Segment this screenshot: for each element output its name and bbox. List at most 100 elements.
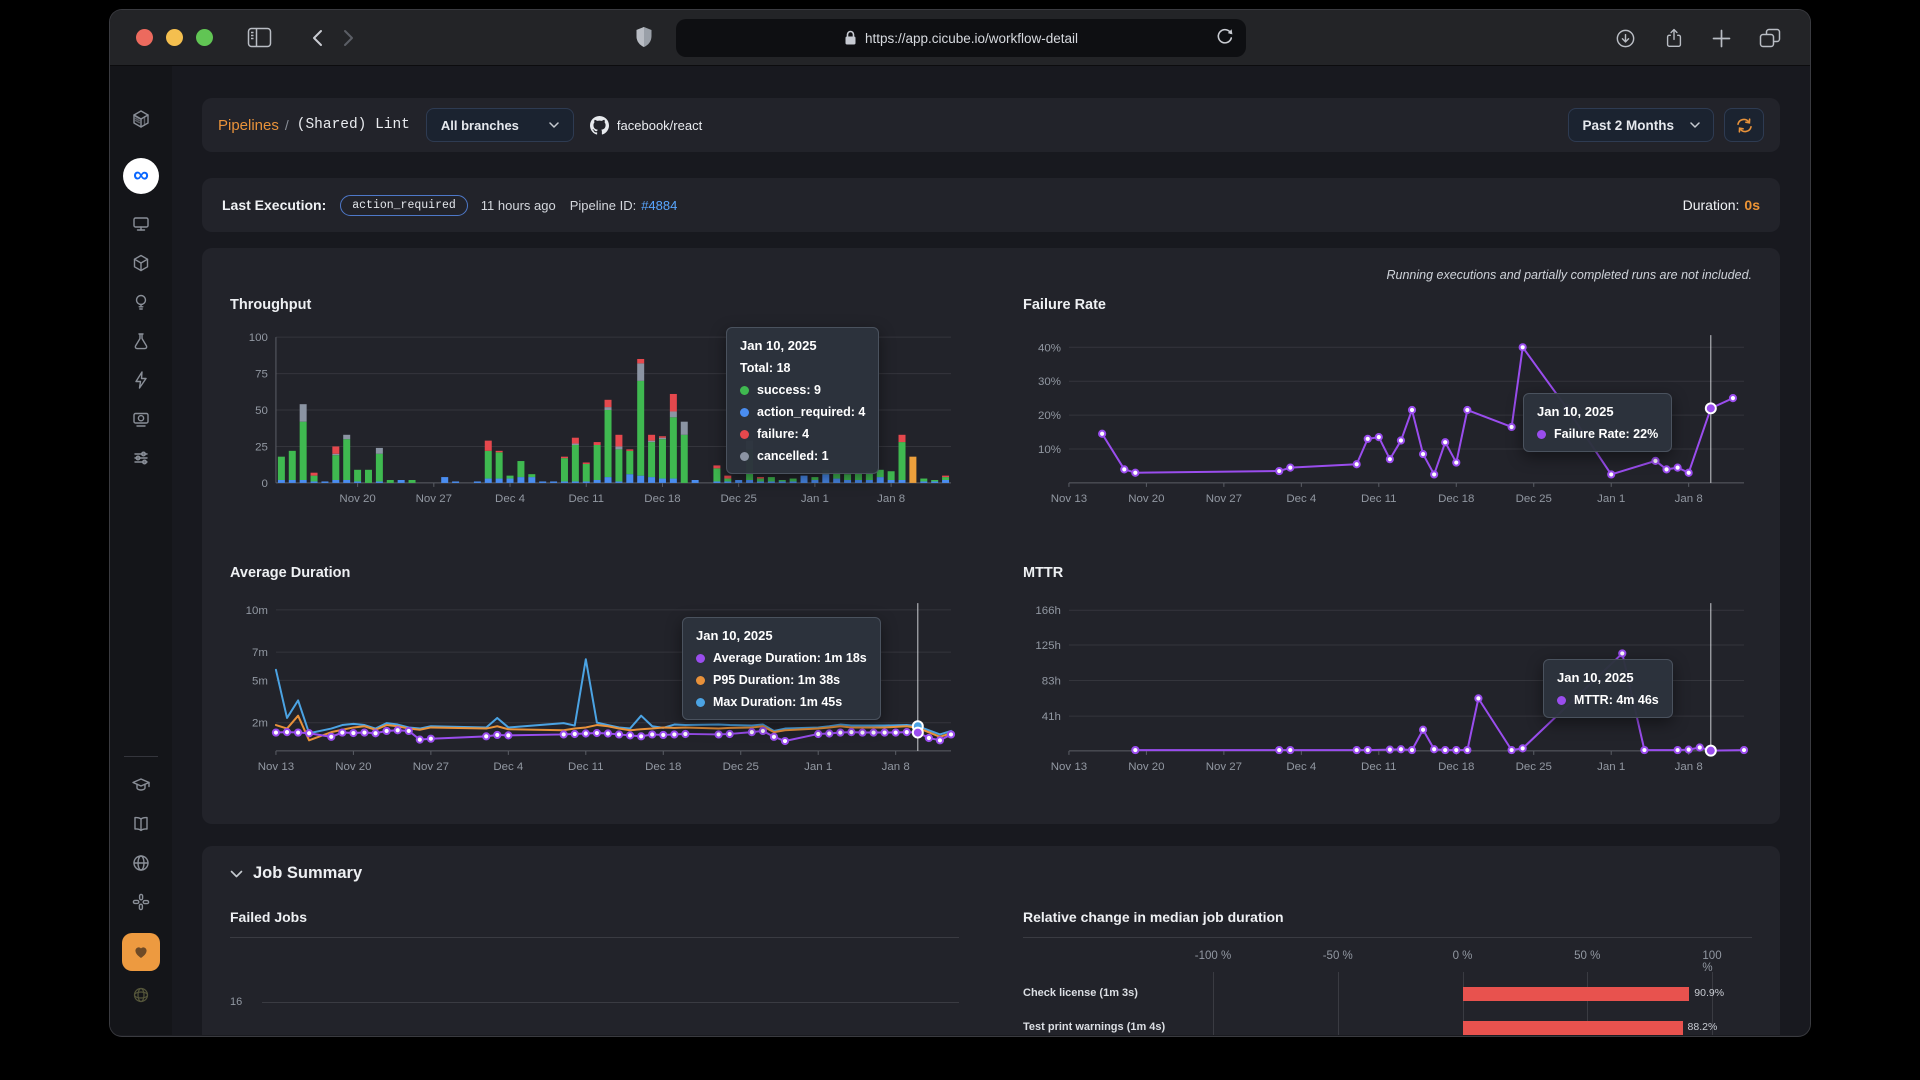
svg-text:40%: 40% [1038, 342, 1061, 354]
heart-icon[interactable] [122, 933, 160, 971]
duration-readout: Duration:0s [1683, 197, 1760, 213]
svg-text:10m: 10m [246, 605, 268, 617]
svg-text:125h: 125h [1035, 640, 1061, 652]
svg-text:Dec 4: Dec 4 [1286, 761, 1317, 773]
svg-text:Nov 27: Nov 27 [1206, 761, 1242, 773]
svg-text:Dec 18: Dec 18 [645, 761, 681, 773]
chart-title: Throughput [230, 297, 959, 313]
chart-tooltip: Jan 10, 2025Total: 18success: 9action_re… [726, 327, 879, 474]
svg-text:Dec 25: Dec 25 [1516, 761, 1552, 773]
lightning-icon[interactable] [122, 361, 160, 399]
last-execution-bar: Last Execution: action_required 11 hours… [202, 178, 1780, 232]
meta-logo-icon[interactable]: ∞ [122, 157, 160, 195]
job-summary-title: Job Summary [253, 864, 362, 883]
breadcrumb-current: (Shared) Lint [297, 117, 410, 133]
svg-text:Dec 25: Dec 25 [721, 493, 757, 505]
book-icon[interactable] [122, 805, 160, 843]
exclusion-note: Running executions and partially complet… [230, 268, 1752, 285]
sphere-icon[interactable] [122, 976, 160, 1014]
svg-text:5m: 5m [252, 675, 268, 687]
svg-text:Dec 4: Dec 4 [493, 761, 524, 773]
charts-grid: Throughput 0255075100Nov 20Nov 27Dec 4De… [230, 297, 1752, 783]
github-icon [590, 116, 609, 135]
forward-icon[interactable] [342, 28, 356, 48]
svg-text:83h: 83h [1042, 676, 1061, 688]
sliders-icon[interactable] [122, 439, 160, 477]
new-tab-icon[interactable] [1711, 28, 1732, 49]
svg-text:Nov 20: Nov 20 [339, 493, 375, 505]
throughput-block: Throughput 0255075100Nov 20Nov 27Dec 4De… [230, 297, 959, 515]
svg-text:2m: 2m [252, 718, 268, 730]
svg-text:50: 50 [255, 405, 268, 417]
back-icon[interactable] [310, 28, 324, 48]
failed-jobs-block: Failed Jobs 1612 [230, 909, 959, 1035]
breadcrumb-separator: / [285, 117, 289, 133]
pipeline-id-link[interactable]: #4884 [641, 198, 677, 213]
branches-dropdown[interactable]: All branches [426, 108, 574, 142]
svg-text:Dec 4: Dec 4 [495, 493, 526, 505]
svg-text:Nov 20: Nov 20 [1128, 761, 1164, 773]
repo-link[interactable]: facebook/react [590, 116, 702, 135]
shield-icon[interactable] [634, 26, 654, 50]
browser-titlebar: https://app.cicube.io/workflow-detail [110, 10, 1810, 66]
sidebar-toggle-icon[interactable] [247, 27, 272, 48]
svg-text:Jan 8: Jan 8 [1675, 493, 1703, 505]
close-window-button[interactable] [136, 29, 153, 46]
sidebar-divider [124, 756, 158, 757]
tab-overview-icon[interactable] [1758, 27, 1782, 50]
svg-text:Nov 27: Nov 27 [1206, 493, 1242, 505]
screen-share-icon[interactable] [122, 400, 160, 438]
globe-icon[interactable] [122, 844, 160, 882]
svg-text:Jan 1: Jan 1 [1597, 493, 1625, 505]
svg-text:10%: 10% [1038, 444, 1061, 456]
date-range-dropdown[interactable]: Past 2 Months [1568, 108, 1714, 142]
chart-title: Failure Rate [1023, 297, 1752, 313]
svg-text:Dec 11: Dec 11 [568, 761, 604, 773]
refresh-icon [1736, 118, 1753, 133]
window-controls [136, 29, 213, 46]
failure-rate-chart: 10%20%30%40%Nov 13Nov 20Nov 27Dec 4Dec 1… [1023, 325, 1752, 515]
monitor-icon[interactable] [122, 205, 160, 243]
svg-text:Jan 1: Jan 1 [801, 493, 829, 505]
chart-title: MTTR [1023, 565, 1752, 581]
svg-text:Dec 18: Dec 18 [644, 493, 680, 505]
relative-change-block: Relative change in median job duration -… [1023, 909, 1752, 1035]
failed-jobs-chart: 1612 [230, 966, 959, 1035]
screen: https://app.cicube.io/workflow-detail [0, 0, 1920, 1080]
refresh-button[interactable] [1724, 108, 1764, 142]
share-icon[interactable] [1663, 26, 1685, 50]
download-icon[interactable] [1614, 27, 1637, 50]
svg-text:Nov 13: Nov 13 [1051, 493, 1087, 505]
date-range-label: Past 2 Months [1582, 118, 1674, 133]
last-execution-label: Last Execution: [222, 197, 326, 213]
titlebar-actions [1614, 10, 1810, 66]
svg-text:41h: 41h [1042, 711, 1061, 723]
flask-icon[interactable] [122, 322, 160, 360]
lock-icon [844, 30, 857, 46]
reload-icon[interactable] [1215, 26, 1234, 48]
svg-text:75: 75 [255, 369, 268, 381]
failed-jobs-title: Failed Jobs [230, 909, 959, 938]
workspace-cube-icon[interactable] [122, 100, 160, 138]
address-bar[interactable]: https://app.cicube.io/workflow-detail [676, 19, 1246, 57]
graduation-cap-icon[interactable] [122, 766, 160, 804]
svg-text:Dec 18: Dec 18 [1438, 493, 1474, 505]
execution-time-ago: 11 hours ago [481, 198, 556, 213]
duration-value: 0s [1744, 197, 1760, 213]
breadcrumb-pipelines[interactable]: Pipelines [218, 117, 279, 134]
package-icon[interactable] [122, 244, 160, 282]
svg-text:Nov 13: Nov 13 [258, 761, 294, 773]
svg-text:7m: 7m [252, 647, 268, 659]
minimize-window-button[interactable] [166, 29, 183, 46]
zoom-window-button[interactable] [196, 29, 213, 46]
chart-title: Average Duration [230, 565, 959, 581]
svg-text:0: 0 [262, 478, 268, 490]
metrics-panel: Running executions and partially complet… [202, 248, 1780, 824]
browser-window: https://app.cicube.io/workflow-detail [110, 10, 1810, 1036]
svg-text:Dec 4: Dec 4 [1286, 493, 1317, 505]
app-sidebar: ∞ [110, 66, 172, 1035]
svg-text:Dec 11: Dec 11 [1361, 761, 1397, 773]
collapse-chevron-icon[interactable] [230, 870, 243, 878]
lightbulb-icon[interactable] [122, 283, 160, 321]
slack-icon[interactable] [122, 883, 160, 921]
